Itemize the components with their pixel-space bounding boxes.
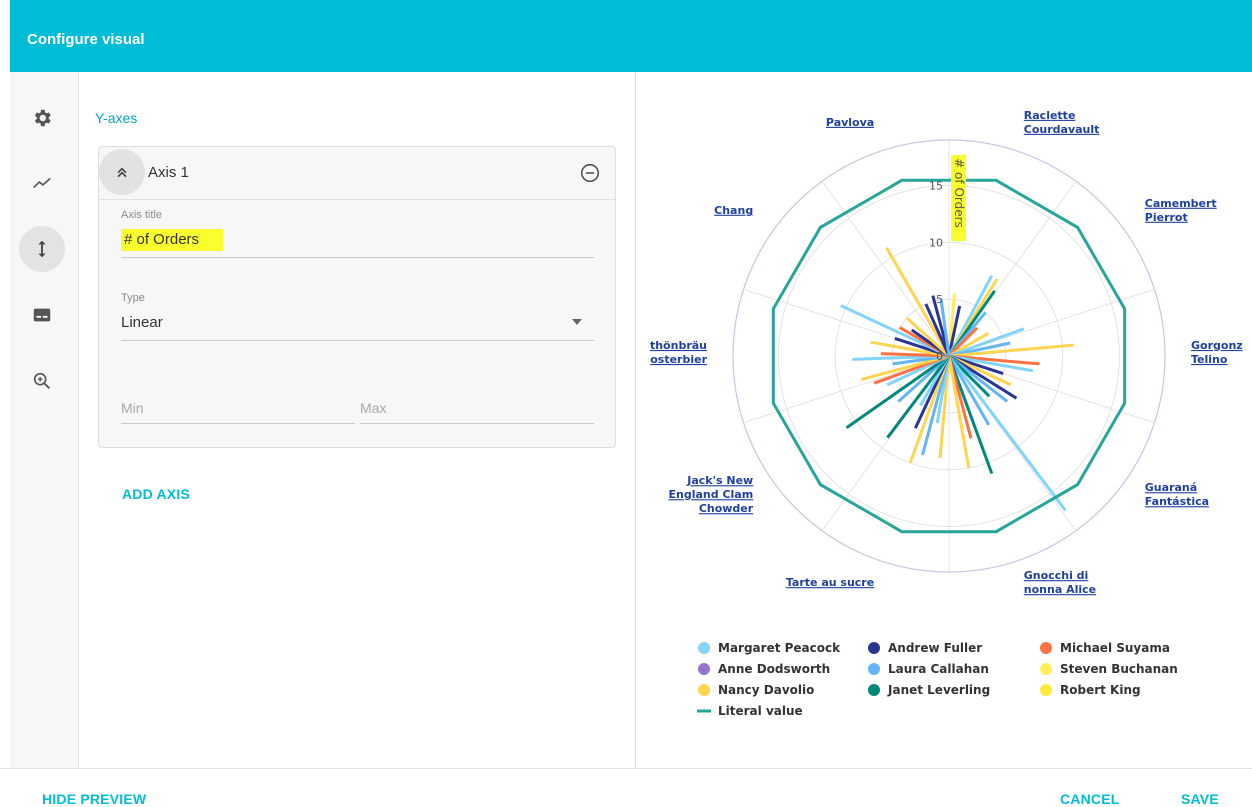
- collapse-button[interactable]: [99, 149, 145, 195]
- legend-label: Margaret Peacock: [718, 641, 841, 655]
- category-label-line: nonna Alice: [1024, 583, 1096, 596]
- gear-icon: [34, 109, 51, 127]
- remove-circle-icon[interactable]: [579, 162, 601, 184]
- legend-icon: [33, 308, 51, 322]
- min-input[interactable]: Min: [121, 400, 144, 416]
- category-label-line: Raclette: [1024, 109, 1076, 122]
- legend-marker: [868, 684, 880, 696]
- vertical-arrows-icon: [38, 240, 46, 258]
- general-settings-button[interactable]: [19, 95, 65, 141]
- category-label-line: Guaraná: [1145, 481, 1197, 494]
- legend-label: Anne Dodsworth: [718, 662, 830, 676]
- legend-marker: [698, 684, 710, 696]
- section-title: Y-axes: [95, 110, 138, 126]
- zoom-settings-button[interactable]: [19, 358, 65, 404]
- axis-title-label: Axis title: [121, 209, 162, 221]
- category-label: Gnocchi di nonna Alice: [1024, 569, 1096, 596]
- axis-title-text: # of Orders: [952, 158, 966, 228]
- category-label-line: Fantástica: [1145, 495, 1209, 508]
- cancel-button[interactable]: CANCEL: [1060, 791, 1120, 807]
- dialog-title: Configure visual: [27, 31, 145, 48]
- category-label: Pavlova: [826, 116, 874, 129]
- category-label: Guaraná Fantástica: [1145, 481, 1209, 508]
- legend-settings-button[interactable]: [19, 292, 65, 338]
- legend-marker: [698, 642, 710, 654]
- category-label-line: Telino: [1191, 353, 1228, 366]
- type-value: Linear: [121, 314, 163, 331]
- legend-label: Janet Leverling: [887, 683, 990, 697]
- category-label-line: thönbräu: [650, 339, 707, 352]
- tick-label: 15: [929, 179, 943, 192]
- zoom-in-icon: [33, 372, 50, 389]
- min-underline: [121, 423, 355, 424]
- settings-category-bar: [10, 72, 79, 768]
- settings-panel: Y-axes Axis 1 Axis title # of Orders Typ…: [79, 72, 635, 768]
- category-label: Tarte au sucre: [786, 576, 874, 589]
- legend-marker: [868, 663, 880, 675]
- line-chart-icon: [33, 177, 51, 189]
- data-ray: [947, 355, 1067, 512]
- polar-chart: 0 5 10 15 # of Orders Raclette Courdavault Ca…: [650, 109, 1243, 718]
- legend-label: Michael Suyama: [1060, 641, 1170, 655]
- legend-label: Andrew Fuller: [888, 641, 982, 655]
- grid-spoke: [821, 180, 950, 357]
- category-label: Raclette Courdavault: [1024, 109, 1100, 136]
- type-underline: [121, 340, 594, 341]
- category-label: Gorgonz Telino: [1191, 339, 1243, 366]
- category-label: Jack's New England Clam Chowder: [669, 474, 754, 515]
- type-label: Type: [121, 292, 145, 304]
- max-underline: [360, 423, 594, 424]
- dialog-header: Configure visual: [10, 0, 1252, 72]
- category-label-line: Camembert: [1145, 197, 1217, 210]
- dialog-footer: HIDE PREVIEW CANCEL SAVE: [0, 768, 1252, 807]
- category-label: Chang: [714, 204, 753, 217]
- category-label-line: Pierrot: [1145, 211, 1188, 224]
- type-select[interactable]: Linear: [121, 314, 163, 331]
- category-label-line: Chowder: [699, 502, 754, 515]
- category-label-line: Gorgonz: [1191, 339, 1243, 352]
- axis-title-value: # of Orders: [121, 229, 224, 251]
- preview-panel: 0 5 10 15 # of Orders Raclette Courdavault Ca…: [636, 72, 1252, 768]
- chart-rays: [840, 246, 1074, 512]
- legend-marker: [698, 663, 710, 675]
- legend-marker: [1040, 642, 1052, 654]
- add-axis-button[interactable]: ADD AXIS: [122, 486, 190, 502]
- double-chevron-up-icon: [117, 167, 127, 178]
- axis-title: # of Orders: [951, 155, 966, 241]
- legend-label: Nancy Davolio: [718, 683, 814, 697]
- axes-settings-button[interactable]: [19, 226, 65, 272]
- dropdown-arrow-icon[interactable]: [572, 318, 582, 326]
- category-label-line: osterbier: [650, 353, 707, 366]
- axis-name: Axis 1: [148, 164, 189, 181]
- axis-title-input[interactable]: # of Orders: [121, 229, 224, 251]
- hide-preview-button[interactable]: HIDE PREVIEW: [42, 791, 146, 807]
- legend-marker: [868, 642, 880, 654]
- axis-card: Axis 1 Axis title # of Orders Type Linea…: [98, 146, 616, 448]
- legend-label: Robert King: [1060, 683, 1141, 697]
- legend-label: Steven Buchanan: [1060, 662, 1178, 676]
- category-label-line: Jack's New: [686, 474, 753, 487]
- tick-label: 0: [936, 350, 943, 363]
- save-button[interactable]: SAVE: [1181, 791, 1219, 807]
- legend-label: Literal value: [718, 704, 803, 718]
- legend-marker: [1040, 663, 1052, 675]
- axis-title-underline: [121, 257, 594, 258]
- category-label: thönbräu osterbier: [650, 339, 708, 366]
- category-label-line: England Clam: [669, 488, 754, 501]
- tick-label: 10: [929, 236, 943, 249]
- category-label-line: Chang: [714, 204, 753, 217]
- series-settings-button[interactable]: [19, 160, 65, 206]
- max-input[interactable]: Max: [360, 400, 386, 416]
- axis-card-header: Axis 1: [99, 147, 615, 200]
- category-label-line: Tarte au sucre: [786, 576, 874, 589]
- category-label-line: Courdavault: [1024, 123, 1100, 136]
- category-label-line: Gnocchi di: [1024, 569, 1089, 582]
- legend-marker: [1040, 684, 1052, 696]
- category-label-line: Pavlova: [826, 116, 874, 129]
- category-label: Camembert Pierrot: [1145, 197, 1217, 224]
- tick-label: 5: [936, 293, 943, 306]
- chart-legend: Margaret Peacock Andrew Fuller Michael Suy…: [697, 641, 1178, 718]
- legend-label: Laura Callahan: [888, 662, 989, 676]
